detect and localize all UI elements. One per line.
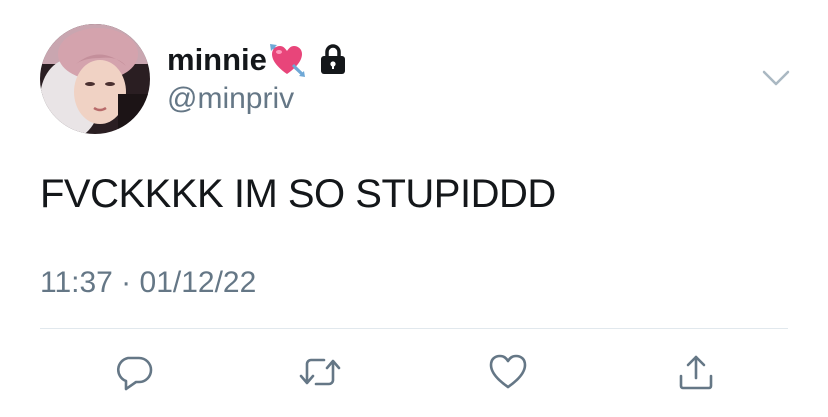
reply-icon (116, 356, 153, 391)
like-icon (489, 354, 527, 389)
lock-icon (318, 43, 348, 77)
heart-with-arrow-icon (268, 42, 306, 78)
share-button[interactable] (674, 350, 718, 394)
tweet-text: FVCKKKK IM SO STUPIDDD (40, 172, 556, 216)
avatar[interactable] (40, 24, 150, 134)
display-name-row: minnie (167, 40, 348, 80)
reply-button[interactable] (112, 350, 156, 394)
tweet-card: minnie @minpriv FVCKKKK IM SO STUPIDDD 1… (0, 0, 828, 417)
like-button[interactable] (486, 350, 530, 394)
share-icon (679, 355, 713, 390)
retweet-icon (299, 358, 341, 386)
display-name[interactable]: minnie (167, 42, 267, 78)
timestamp[interactable]: 11:37 · 01/12/22 (40, 266, 256, 300)
divider (40, 328, 788, 329)
user-handle[interactable]: @minpriv (167, 82, 294, 116)
avatar-image (40, 24, 150, 134)
retweet-button[interactable] (298, 350, 342, 394)
chevron-down-icon[interactable] (760, 66, 792, 90)
